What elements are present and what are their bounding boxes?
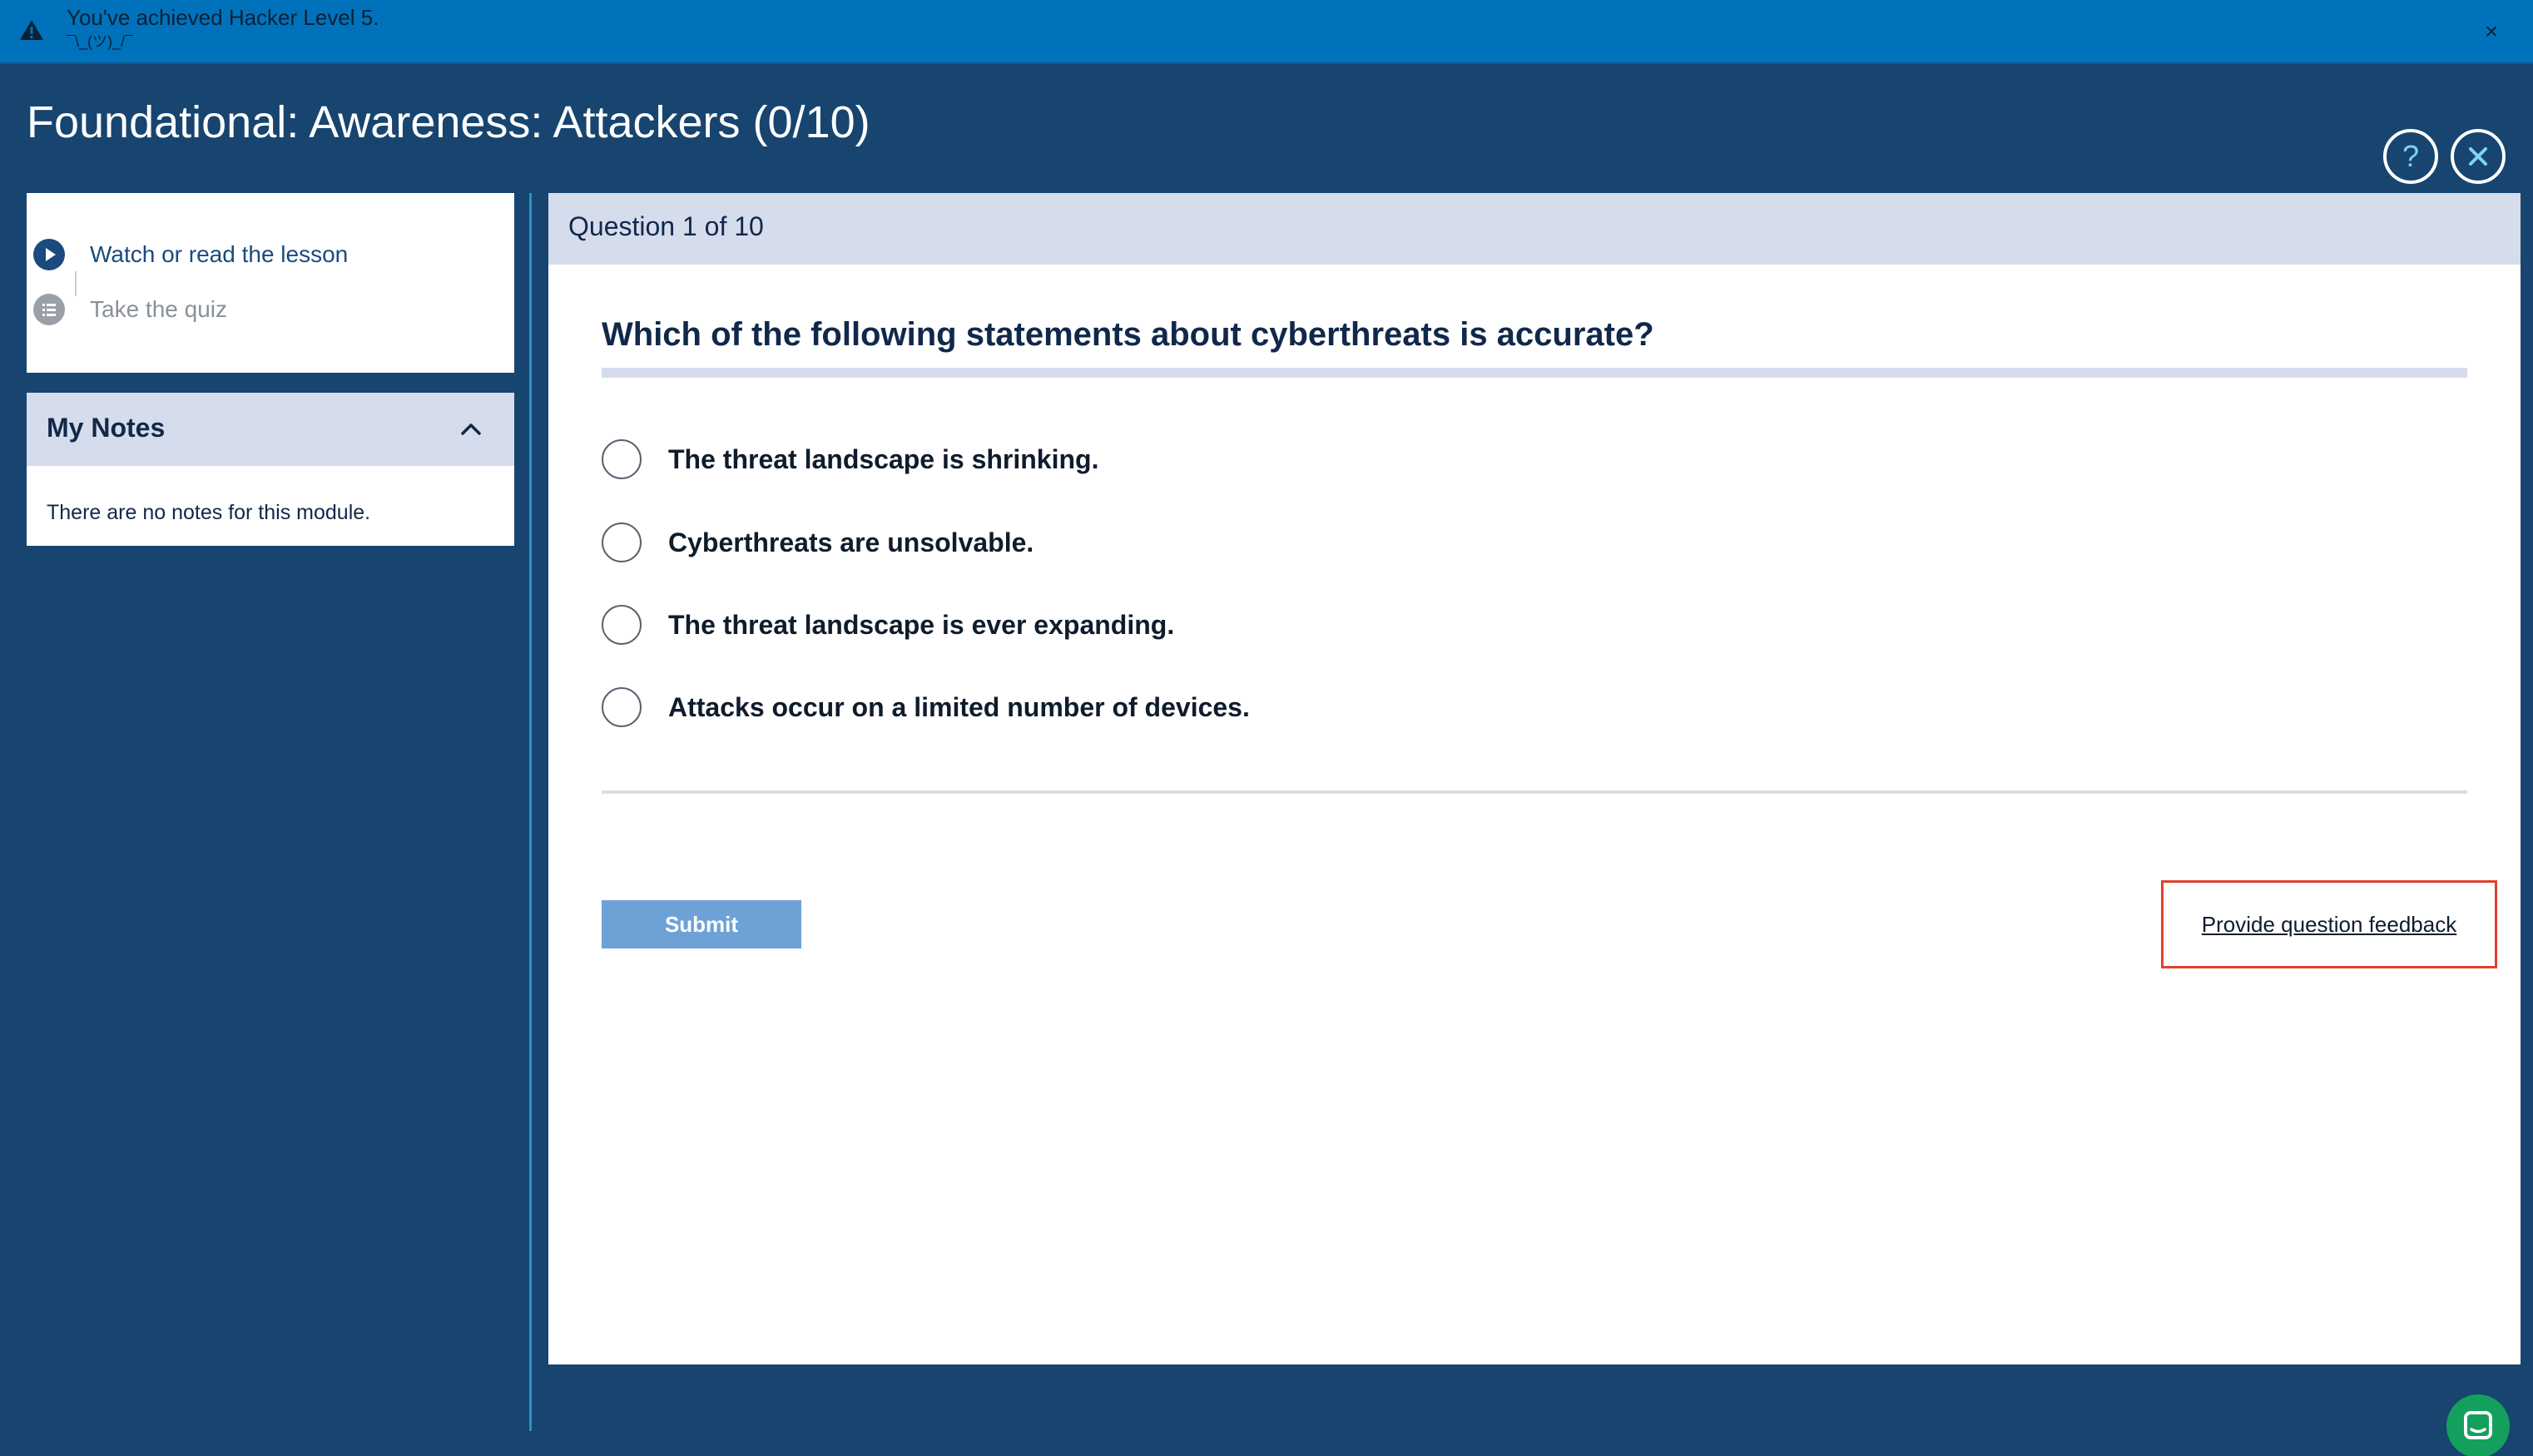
- answer-text: The threat landscape is ever expanding.: [668, 609, 1175, 640]
- banner-sub: ¯\_(ツ)_/¯: [67, 33, 133, 50]
- question-text: Which of the following statements about …: [602, 316, 1654, 353]
- answer-option[interactable]: Cyberthreats are unsolvable.: [602, 521, 1034, 564]
- question-panel: Question 1 of 10 Which of the following …: [548, 193, 2521, 1364]
- warning-icon: [20, 20, 43, 40]
- step-dot-inactive: [33, 294, 65, 325]
- answer-text: The threat landscape is shrinking.: [668, 443, 1099, 474]
- progress-steps: [27, 193, 514, 373]
- submit-button[interactable]: Submit: [602, 900, 801, 948]
- notes-empty-text: There are no notes for this module.: [47, 501, 371, 524]
- column-divider: [529, 193, 532, 1431]
- question-counter: Question 1 of 10: [568, 211, 764, 241]
- notes-header[interactable]: My Notes: [27, 393, 514, 466]
- banner-message: You've achieved Hacker Level 5.: [67, 5, 379, 30]
- chat-icon: [2464, 1411, 2492, 1439]
- step-take-quiz[interactable]: Take the quiz: [33, 291, 227, 328]
- notes-title: My Notes: [47, 413, 166, 443]
- help-button[interactable]: ?: [2383, 129, 2438, 184]
- answer-option[interactable]: Attacks occur on a limited number of dev…: [602, 686, 1250, 729]
- radio-button[interactable]: [602, 522, 642, 562]
- step-label: Watch or read the lesson: [90, 241, 349, 267]
- list-icon: [42, 304, 56, 316]
- chevron-up-icon[interactable]: [458, 416, 484, 443]
- chat-button[interactable]: [2446, 1394, 2510, 1456]
- radio-button[interactable]: [602, 439, 642, 479]
- options-divider: [602, 790, 2467, 794]
- step-dot-active: [33, 239, 65, 270]
- close-icon: [2469, 147, 2487, 166]
- answer-option[interactable]: The threat landscape is shrinking.: [602, 438, 1098, 481]
- play-icon: [46, 248, 56, 261]
- provide-feedback-link[interactable]: Provide question feedback: [2164, 883, 2495, 966]
- notes-panel: My Notes There are no notes for this mod…: [27, 393, 514, 546]
- svg-text:?: ?: [2402, 139, 2419, 173]
- answer-text: Cyberthreats are unsolvable.: [668, 527, 1034, 557]
- feedback-highlight-box: Provide question feedback: [2161, 880, 2497, 968]
- radio-button[interactable]: [602, 687, 642, 727]
- answer-option[interactable]: The threat landscape is ever expanding.: [602, 603, 1174, 646]
- radio-button[interactable]: [602, 605, 642, 645]
- close-button[interactable]: [2451, 129, 2506, 184]
- page-title: Foundational: Awareness: Attackers (0/10…: [27, 97, 870, 147]
- answer-text: Attacks occur on a limited number of dev…: [668, 691, 1250, 722]
- step-label: Take the quiz: [90, 296, 227, 322]
- question-mark-icon: ?: [2402, 139, 2419, 173]
- notification-banner: You've achieved Hacker Level 5. ¯\_(ツ)_/…: [0, 0, 2533, 64]
- question-underline: [602, 368, 2467, 378]
- banner-close-icon[interactable]: ×: [2475, 15, 2508, 48]
- question-header: Question 1 of 10: [548, 193, 2521, 265]
- step-watch-lesson[interactable]: Watch or read the lesson: [33, 236, 348, 273]
